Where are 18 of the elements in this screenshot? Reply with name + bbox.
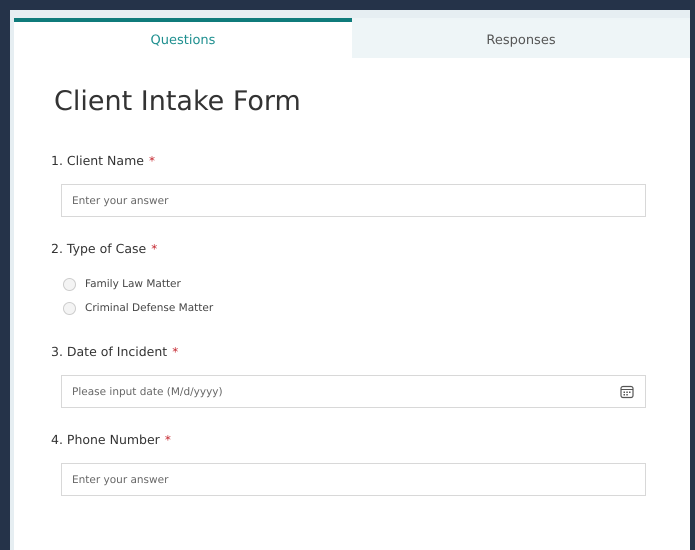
question-label: 1. Client Name: [51, 153, 144, 168]
option-label[interactable]: Criminal Defense Matter: [85, 302, 214, 314]
form-title: Client Intake Form: [54, 86, 302, 117]
question-label: 3. Date of Incident: [51, 344, 168, 359]
radio-button[interactable]: [63, 302, 76, 314]
question-label: 4. Phone Number: [51, 432, 160, 447]
tab[interactable]: Responses: [352, 18, 690, 58]
required-mark: *: [148, 154, 155, 168]
required-mark: *: [151, 242, 158, 256]
required-mark: *: [172, 345, 178, 359]
answer-field[interactable]: Enter your answer: [61, 463, 646, 496]
date-field[interactable]: Please input date (M/d/yyyy): [61, 375, 646, 408]
question-label: 2. Type of Case: [51, 241, 146, 256]
radio-button[interactable]: [63, 278, 76, 290]
answer-field[interactable]: Enter your answer: [61, 184, 646, 217]
option-label[interactable]: Family Law Matter: [85, 278, 181, 290]
required-mark: *: [164, 433, 171, 447]
calendar-icon[interactable]: [620, 384, 634, 398]
